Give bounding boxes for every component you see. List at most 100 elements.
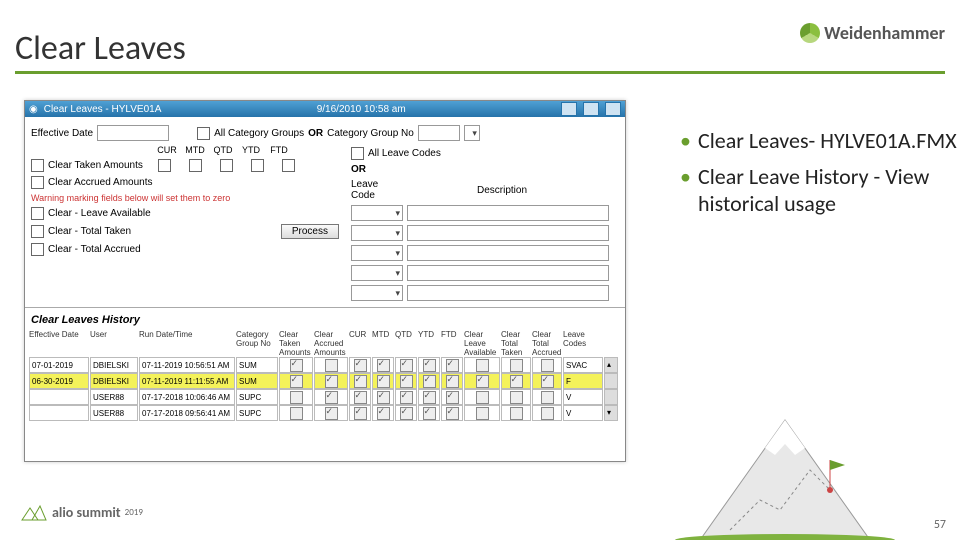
bullet-item: Clear Leave History - View historical us… (680, 163, 960, 218)
effective-date-input[interactable] (97, 125, 169, 141)
minimize-icon[interactable] (561, 102, 577, 116)
leave-code-dropdown[interactable] (351, 205, 403, 221)
cell (279, 357, 313, 373)
hdr: Clear Total Taken (501, 330, 531, 357)
cell (532, 405, 562, 421)
bullet-item: Clear Leaves- HYLVE01A.FMX (680, 127, 960, 155)
clear-total-taken-checkbox[interactable] (31, 225, 44, 238)
cell: SVAC (563, 357, 603, 373)
swirl-icon (800, 23, 820, 43)
warn-item: Clear - Total Taken (48, 226, 131, 237)
leave-code-dropdown[interactable] (351, 245, 403, 261)
cell (532, 373, 562, 389)
cell (279, 389, 313, 405)
checkbox-icon (325, 407, 338, 420)
clear-total-accrued-checkbox[interactable] (31, 243, 44, 256)
hdr: Clear Accrued Amounts (314, 330, 348, 357)
checkbox-icon (541, 359, 554, 372)
table-row[interactable]: USER8807-17-2018 09:56:41 AMSUPCV▾ (25, 405, 625, 421)
checkbox-icon (354, 375, 367, 388)
checkbox-icon (446, 359, 459, 372)
footer-logo-text: alio summit (52, 504, 121, 521)
scroll-cue[interactable]: ▴ (604, 357, 618, 373)
checkbox-icon (510, 407, 523, 420)
bullet-list: Clear Leaves- HYLVE01A.FMX Clear Leave H… (640, 127, 960, 226)
cell (418, 405, 440, 421)
description-input[interactable] (407, 205, 609, 221)
hdr: Category Group No (236, 330, 278, 357)
cell: F (563, 373, 603, 389)
description-input[interactable] (407, 285, 609, 301)
chk[interactable] (220, 159, 233, 172)
leave-code-dropdown[interactable] (351, 265, 403, 281)
all-category-groups-checkbox[interactable] (197, 127, 210, 140)
cell: SUM (236, 357, 278, 373)
cell (395, 373, 417, 389)
cell (314, 357, 348, 373)
warning-text: Warning marking fields below will set th… (25, 191, 345, 205)
cell (372, 373, 394, 389)
all-leave-codes-label: All Leave Codes (368, 148, 441, 159)
cell: V (563, 405, 603, 421)
cell (349, 357, 371, 373)
category-group-no-input[interactable] (418, 125, 460, 141)
close-icon[interactable] (605, 102, 621, 116)
table-row[interactable]: 07-01-2019DBIELSKI07-11-2019 10:56:51 AM… (25, 357, 625, 373)
leave-code-dropdown[interactable] (351, 225, 403, 241)
table-row[interactable]: USER8807-17-2018 10:06:46 AMSUPCV (25, 389, 625, 405)
description-input[interactable] (407, 245, 609, 261)
cell (501, 389, 531, 405)
checkbox-icon (476, 359, 489, 372)
chk[interactable] (282, 159, 295, 172)
scroll-cue[interactable] (604, 373, 618, 389)
col-ftd: FTD (267, 145, 291, 155)
hdr: FTD (441, 330, 463, 357)
checkbox-icon (541, 407, 554, 420)
category-group-dropdown[interactable] (464, 125, 480, 141)
checkbox-icon (446, 391, 459, 404)
table-row[interactable]: 06-30-2019DBIELSKI07-11-2019 11:11:55 AM… (25, 373, 625, 389)
chk[interactable] (158, 159, 171, 172)
cell (349, 405, 371, 421)
cell: 07-17-2018 09:56:41 AM (139, 405, 235, 421)
app-window: ◉ Clear Leaves - HYLVE01A 9/16/2010 10:5… (24, 100, 626, 462)
all-leave-codes-checkbox[interactable] (351, 147, 364, 160)
checkbox-icon (325, 375, 338, 388)
scroll-cue[interactable]: ▾ (604, 405, 618, 421)
maximize-icon[interactable] (583, 102, 599, 116)
col-cur: CUR (155, 145, 179, 155)
cell (418, 357, 440, 373)
chk[interactable] (251, 159, 264, 172)
hdr: QTD (395, 330, 417, 357)
cell (395, 405, 417, 421)
checkbox-icon (510, 359, 523, 372)
leave-code-dropdown[interactable] (351, 285, 403, 301)
checkbox-icon (290, 391, 303, 404)
checkbox-icon (400, 359, 413, 372)
process-button[interactable]: Process (281, 224, 339, 239)
clear-accrued-checkbox[interactable] (31, 176, 44, 189)
checkbox-icon (541, 391, 554, 404)
cell (395, 357, 417, 373)
cell (464, 389, 500, 405)
checkbox-icon (377, 359, 390, 372)
all-category-groups-label: All Category Groups (214, 128, 304, 139)
checkbox-icon (325, 391, 338, 404)
cell: 07-11-2019 10:56:51 AM (139, 357, 235, 373)
footer-year: 2019 (125, 507, 143, 518)
window-title: Clear Leaves - HYLVE01A (44, 104, 162, 115)
hdr: Effective Date (29, 330, 89, 357)
clear-taken-checkbox[interactable] (31, 159, 44, 172)
category-group-no-label: Category Group No (327, 128, 414, 139)
description-input[interactable] (407, 225, 609, 241)
clear-available-checkbox[interactable] (31, 207, 44, 220)
checkbox-icon (510, 375, 523, 388)
brand-logo: Weidenhammer (800, 22, 945, 44)
chk[interactable] (189, 159, 202, 172)
cell (441, 405, 463, 421)
scroll-cue[interactable] (604, 389, 618, 405)
hdr: YTD (418, 330, 440, 357)
footer-logo: alio summit 2019 (18, 502, 143, 522)
description-input[interactable] (407, 265, 609, 281)
warn-item: Clear - Leave Available (48, 208, 151, 219)
